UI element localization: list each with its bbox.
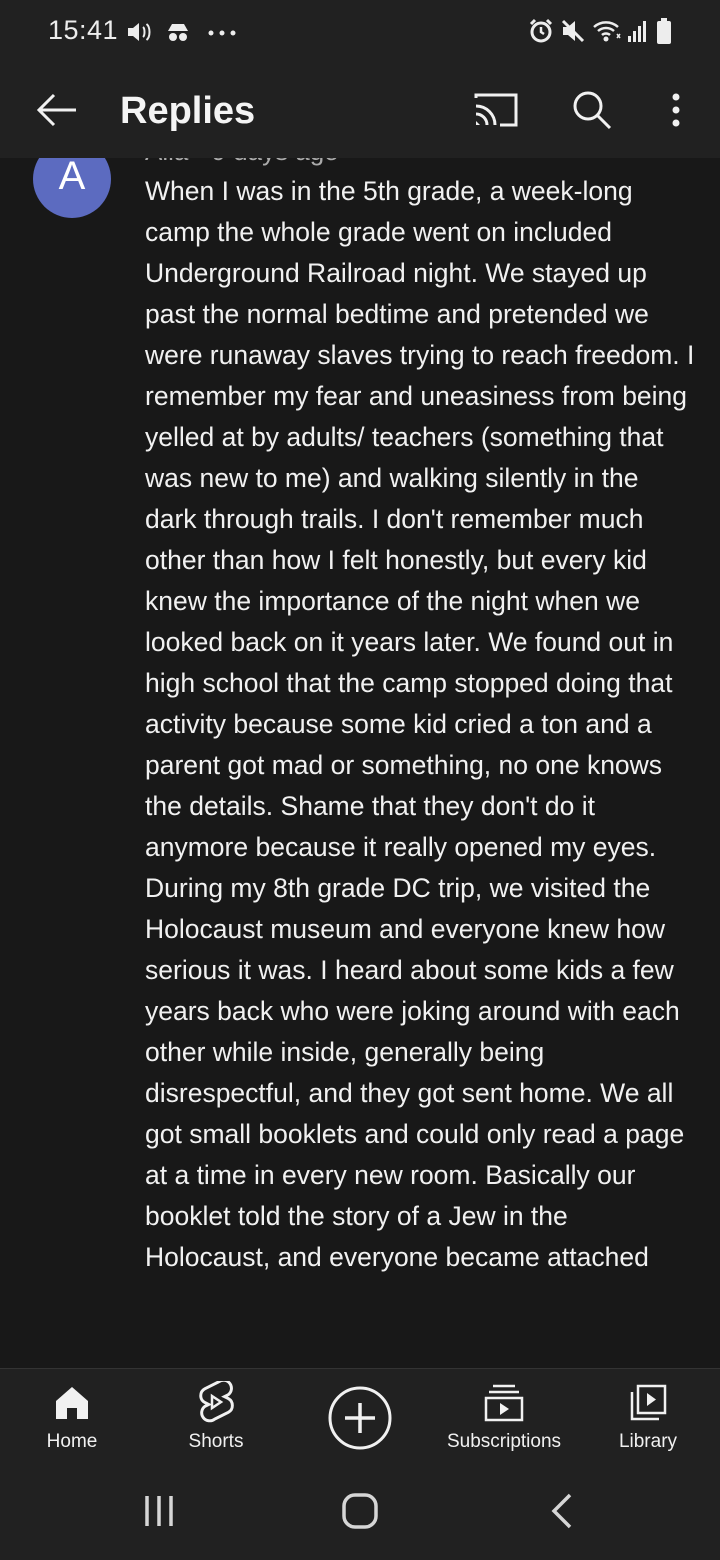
status-time: 15:41 [48, 15, 119, 45]
comment-paragraph: During my 8th grade DC trip, we visited … [145, 873, 685, 1272]
volume-icon [128, 23, 151, 41]
more-notifications-icon [208, 30, 236, 36]
recent-apps-icon[interactable] [144, 1494, 174, 1528]
back-button-icon[interactable] [550, 1492, 574, 1530]
cast-icon[interactable] [474, 92, 518, 128]
nav-label: Shorts [188, 1431, 244, 1452]
create-icon [328, 1386, 392, 1450]
nav-library[interactable]: Library [576, 1369, 720, 1469]
replies-list[interactable]: Alia · 9 days ago A When I was in the 5t… [0, 158, 720, 1368]
comment-author-meta[interactable]: Alia · 9 days ago [145, 158, 339, 167]
search-icon[interactable] [572, 90, 612, 130]
nav-create[interactable] [288, 1369, 432, 1469]
system-nav-bar [0, 1468, 720, 1560]
nav-label: Home [46, 1431, 98, 1452]
more-options-icon[interactable] [670, 92, 682, 128]
page-title: Replies [120, 90, 256, 132]
avatar[interactable]: A [33, 158, 111, 218]
app-bar: Replies [0, 64, 720, 158]
comment-text: When I was in the 5th grade, a week-long… [145, 171, 695, 1278]
comment-paragraph: When I was in the 5th grade, a week-long… [145, 176, 695, 862]
back-arrow-icon[interactable] [36, 92, 78, 128]
avatar-initial: A [58, 158, 86, 198]
bottom-nav: Home Shorts Subscriptions Library [0, 1368, 720, 1468]
mute-icon [561, 19, 585, 43]
nav-home[interactable]: Home [0, 1369, 144, 1469]
alarm-icon [529, 18, 553, 43]
shorts-icon [199, 1381, 234, 1423]
nav-shorts[interactable]: Shorts [144, 1369, 288, 1469]
status-bar: 15:41 [0, 0, 720, 64]
subscriptions-icon [484, 1384, 524, 1422]
nav-subscriptions[interactable]: Subscriptions [432, 1369, 576, 1469]
library-icon [630, 1384, 667, 1421]
signal-icon [628, 21, 646, 42]
incognito-icon [168, 24, 188, 41]
nav-label: Library [618, 1431, 678, 1452]
wifi-icon [593, 21, 621, 42]
home-icon [56, 1387, 88, 1419]
home-button-icon[interactable] [341, 1492, 379, 1530]
battery-icon [657, 18, 671, 44]
nav-label: Subscriptions [446, 1431, 562, 1452]
